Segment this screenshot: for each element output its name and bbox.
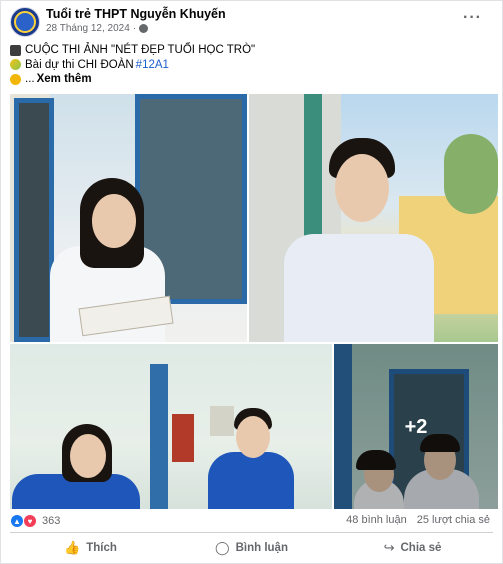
post-meta: 28 Tháng 12, 2024 · [46,23,149,34]
face [70,434,106,478]
post-text: CUỘC THI ẢNH "NÉT ĐẸP TUỔI HỌC TRÒ" Bài … [10,43,255,87]
post-line-2: Bài dự thi CHI ĐOÀN #12A1 [10,58,255,73]
page-avatar[interactable] [10,7,40,37]
photo-2[interactable] [249,94,498,342]
face [92,194,136,248]
post-card: Tuổi trẻ THPT Nguyễn Khuyến 28 Tháng 12,… [0,0,503,564]
post-date[interactable]: 28 Tháng 12, 2024 [46,23,130,34]
shares-count-link[interactable]: 25 lượt chia sẻ [417,514,490,526]
post-line-3: ... Xem thêm [10,72,255,87]
photo-1[interactable] [10,94,247,342]
like-reaction-icon: ▲ [10,514,24,528]
reactions-summary[interactable]: ▲ ♥ 363 [10,514,60,528]
leaf-icon [10,59,21,71]
comments-count-link[interactable]: 48 bình luận [346,514,407,526]
comment-icon: ◯ [215,540,230,555]
red-sign [172,414,194,462]
window-frame [150,364,168,509]
tree [444,134,498,214]
entry-label: Bài dự thi CHI ĐOÀN [25,58,134,71]
contest-title: CUỘC THI ẢNH "NÉT ĐẸP TUỔI HỌC TRÒ" [25,44,256,56]
photo-3[interactable] [10,344,332,509]
blue-shirt-boy [208,452,294,509]
love-reaction-icon: ♥ [23,514,37,528]
reaction-count: 363 [42,515,61,527]
ellipsis-text: ... [25,73,35,85]
face [335,154,389,222]
action-bar: 👍 Thích ◯ Bình luận ↪ Chia sẻ [10,535,493,561]
notice-board [210,406,234,436]
more-photos-overlay[interactable]: +2 [334,344,498,509]
door [14,98,54,342]
like-label: Thích [86,542,117,554]
see-more-link[interactable]: Xem thêm [37,72,92,87]
share-icon: ↪ [383,540,395,555]
white-shirt [284,234,434,342]
comment-label: Bình luận [235,542,288,554]
meta-separator: · [132,23,137,34]
page-name-link[interactable]: Tuổi trẻ THPT Nguyễn Khuyến [46,7,226,21]
divider [10,532,493,533]
like-button[interactable]: 👍 Thích [10,535,171,561]
youth-union-logo-icon [14,11,36,33]
camera-icon [10,44,21,56]
share-button[interactable]: ↪ Chia sẻ [332,535,493,561]
post-line-1: CUỘC THI ẢNH "NÉT ĐẸP TUỔI HỌC TRÒ" [10,43,255,58]
share-label: Chia sẻ [400,542,442,554]
like-icon: 👍 [64,540,81,555]
hashtag-link[interactable]: #12A1 [136,58,169,73]
comment-button[interactable]: ◯ Bình luận [171,535,332,561]
sparkle-icon [10,73,21,85]
face-boy [236,416,270,458]
more-options-button[interactable]: ··· [463,9,482,27]
engagement-counts: 48 bình luận 25 lượt chia sẻ [346,514,490,526]
globe-icon [139,24,149,33]
more-photos-count: +2 [404,416,428,438]
